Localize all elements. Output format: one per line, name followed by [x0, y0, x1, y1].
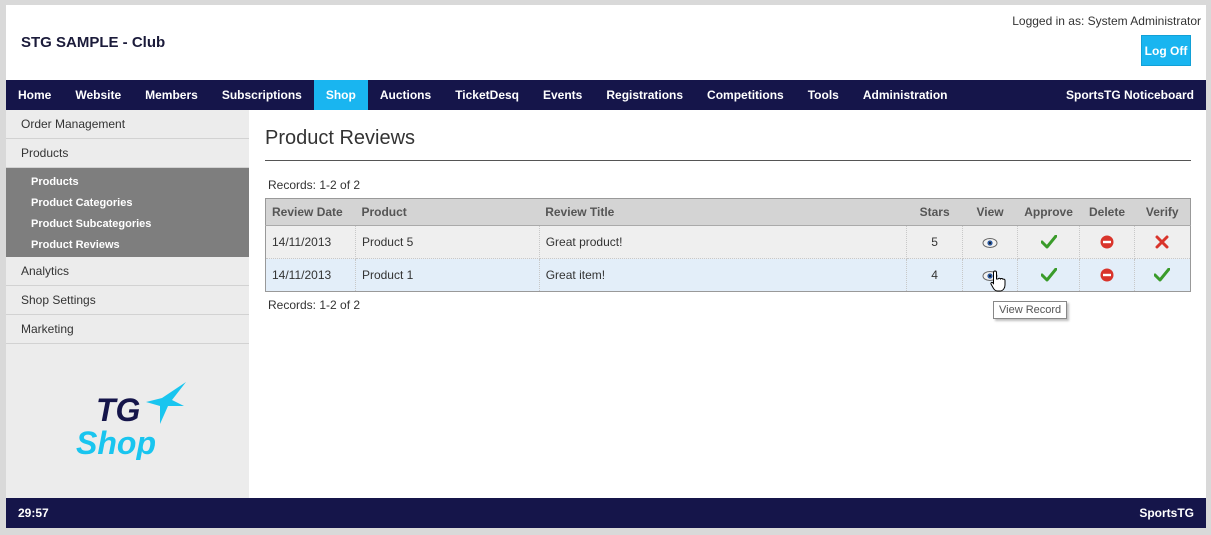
club-title: STG SAMPLE - Club	[21, 34, 166, 51]
cell-approve	[1017, 258, 1081, 292]
col-review-title[interactable]: Review Title	[539, 198, 907, 226]
nav-events[interactable]: Events	[531, 80, 594, 110]
tg-shop-logo: TG Shop	[76, 382, 186, 460]
cell-product: Product 1	[355, 258, 540, 292]
col-stars[interactable]: Stars	[906, 198, 963, 226]
title-divider	[265, 160, 1191, 161]
sidebar-item-shop-settings[interactable]: Shop Settings	[6, 286, 249, 315]
delete-circle-icon[interactable]	[1100, 235, 1114, 249]
red-x-icon[interactable]	[1155, 235, 1169, 249]
records-count-top: Records: 1-2 of 2	[268, 178, 361, 192]
footer: 29:57 SportsTG	[6, 498, 1206, 528]
sidebar-item-order-management[interactable]: Order Management	[6, 110, 249, 139]
records-count-bottom: Records: 1-2 of 2	[268, 298, 361, 312]
nav-home[interactable]: Home	[6, 80, 63, 110]
cell-review-date: 14/11/2013	[265, 225, 356, 259]
cell-verify	[1134, 225, 1191, 259]
cell-delete	[1079, 258, 1135, 292]
check-icon[interactable]	[1040, 268, 1057, 282]
cell-verify	[1134, 258, 1191, 292]
check-icon[interactable]	[1154, 268, 1171, 282]
nav-tools[interactable]: Tools	[796, 80, 851, 110]
nav-members[interactable]: Members	[133, 80, 210, 110]
cell-stars: 5	[906, 225, 964, 259]
eye-icon[interactable]	[982, 237, 998, 249]
nav-auctions[interactable]: Auctions	[368, 80, 443, 110]
nav-shop[interactable]: Shop	[313, 80, 368, 110]
submenu-item-products[interactable]: Products	[6, 171, 249, 192]
col-product[interactable]: Product	[355, 198, 540, 226]
page-title: Product Reviews	[265, 127, 416, 149]
logoff-button[interactable]: Log Off	[1141, 35, 1191, 66]
col-view: View	[962, 198, 1018, 226]
table-header-row: Review Date Product Review Title Stars V…	[265, 198, 1191, 226]
cell-review-title: Great product!	[539, 225, 908, 259]
header: STG SAMPLE - Club Logged in as: System A…	[6, 5, 1206, 80]
cell-review-title: Great item!	[539, 258, 908, 292]
reviews-table: Review Date Product Review Title Stars V…	[265, 198, 1191, 292]
nav-administration[interactable]: Administration	[851, 80, 960, 110]
table-row[interactable]: 14/11/2013 Product 1 Great item! 4	[265, 258, 1191, 292]
nav-competitions[interactable]: Competitions	[695, 80, 796, 110]
session-timer: 29:57	[18, 506, 49, 520]
logo-shop-text: Shop	[76, 425, 156, 460]
nav-website[interactable]: Website	[63, 80, 133, 110]
app-window: STG SAMPLE - Club Logged in as: System A…	[6, 5, 1206, 528]
col-delete: Delete	[1079, 198, 1135, 226]
submenu-item-product-reviews[interactable]: Product Reviews	[6, 234, 249, 255]
cell-view	[962, 225, 1019, 259]
hand-cursor-icon	[990, 270, 1006, 292]
cell-product: Product 5	[355, 225, 540, 259]
products-submenu: Products Product Categories Product Subc…	[6, 168, 249, 257]
submenu-item-product-categories[interactable]: Product Categories	[6, 192, 249, 213]
submenu-item-product-subcategories[interactable]: Product Subcategories	[6, 213, 249, 234]
delete-circle-icon[interactable]	[1100, 268, 1114, 282]
cell-stars: 4	[906, 258, 964, 292]
cell-review-date: 14/11/2013	[265, 258, 356, 292]
sidebar-item-analytics[interactable]: Analytics	[6, 257, 249, 286]
logged-in-user: Logged in as: System Administrator	[1012, 14, 1201, 28]
sidebar-item-products[interactable]: Products	[6, 139, 249, 168]
nav-subscriptions[interactable]: Subscriptions	[210, 80, 314, 110]
main-nav: Home Website Members Subscriptions Shop …	[6, 80, 1206, 110]
cell-delete	[1079, 225, 1135, 259]
check-icon[interactable]	[1040, 235, 1057, 249]
sidebar: Order Management Products Products Produ…	[6, 110, 249, 498]
nav-ticketdesq[interactable]: TicketDesq	[443, 80, 531, 110]
logo-tg-text: TG	[96, 392, 140, 428]
star-icon	[146, 382, 186, 424]
col-approve: Approve	[1017, 198, 1080, 226]
nav-noticeboard[interactable]: SportsTG Noticeboard	[1066, 80, 1194, 110]
sidebar-item-marketing[interactable]: Marketing	[6, 315, 249, 344]
table-row[interactable]: 14/11/2013 Product 5 Great product! 5	[265, 225, 1191, 259]
col-verify: Verify	[1134, 198, 1191, 226]
footer-brand: SportsTG	[1139, 506, 1194, 520]
cell-approve	[1017, 225, 1081, 259]
view-record-tooltip: View Record	[993, 301, 1068, 319]
nav-registrations[interactable]: Registrations	[594, 80, 695, 110]
col-review-date[interactable]: Review Date	[265, 198, 356, 226]
